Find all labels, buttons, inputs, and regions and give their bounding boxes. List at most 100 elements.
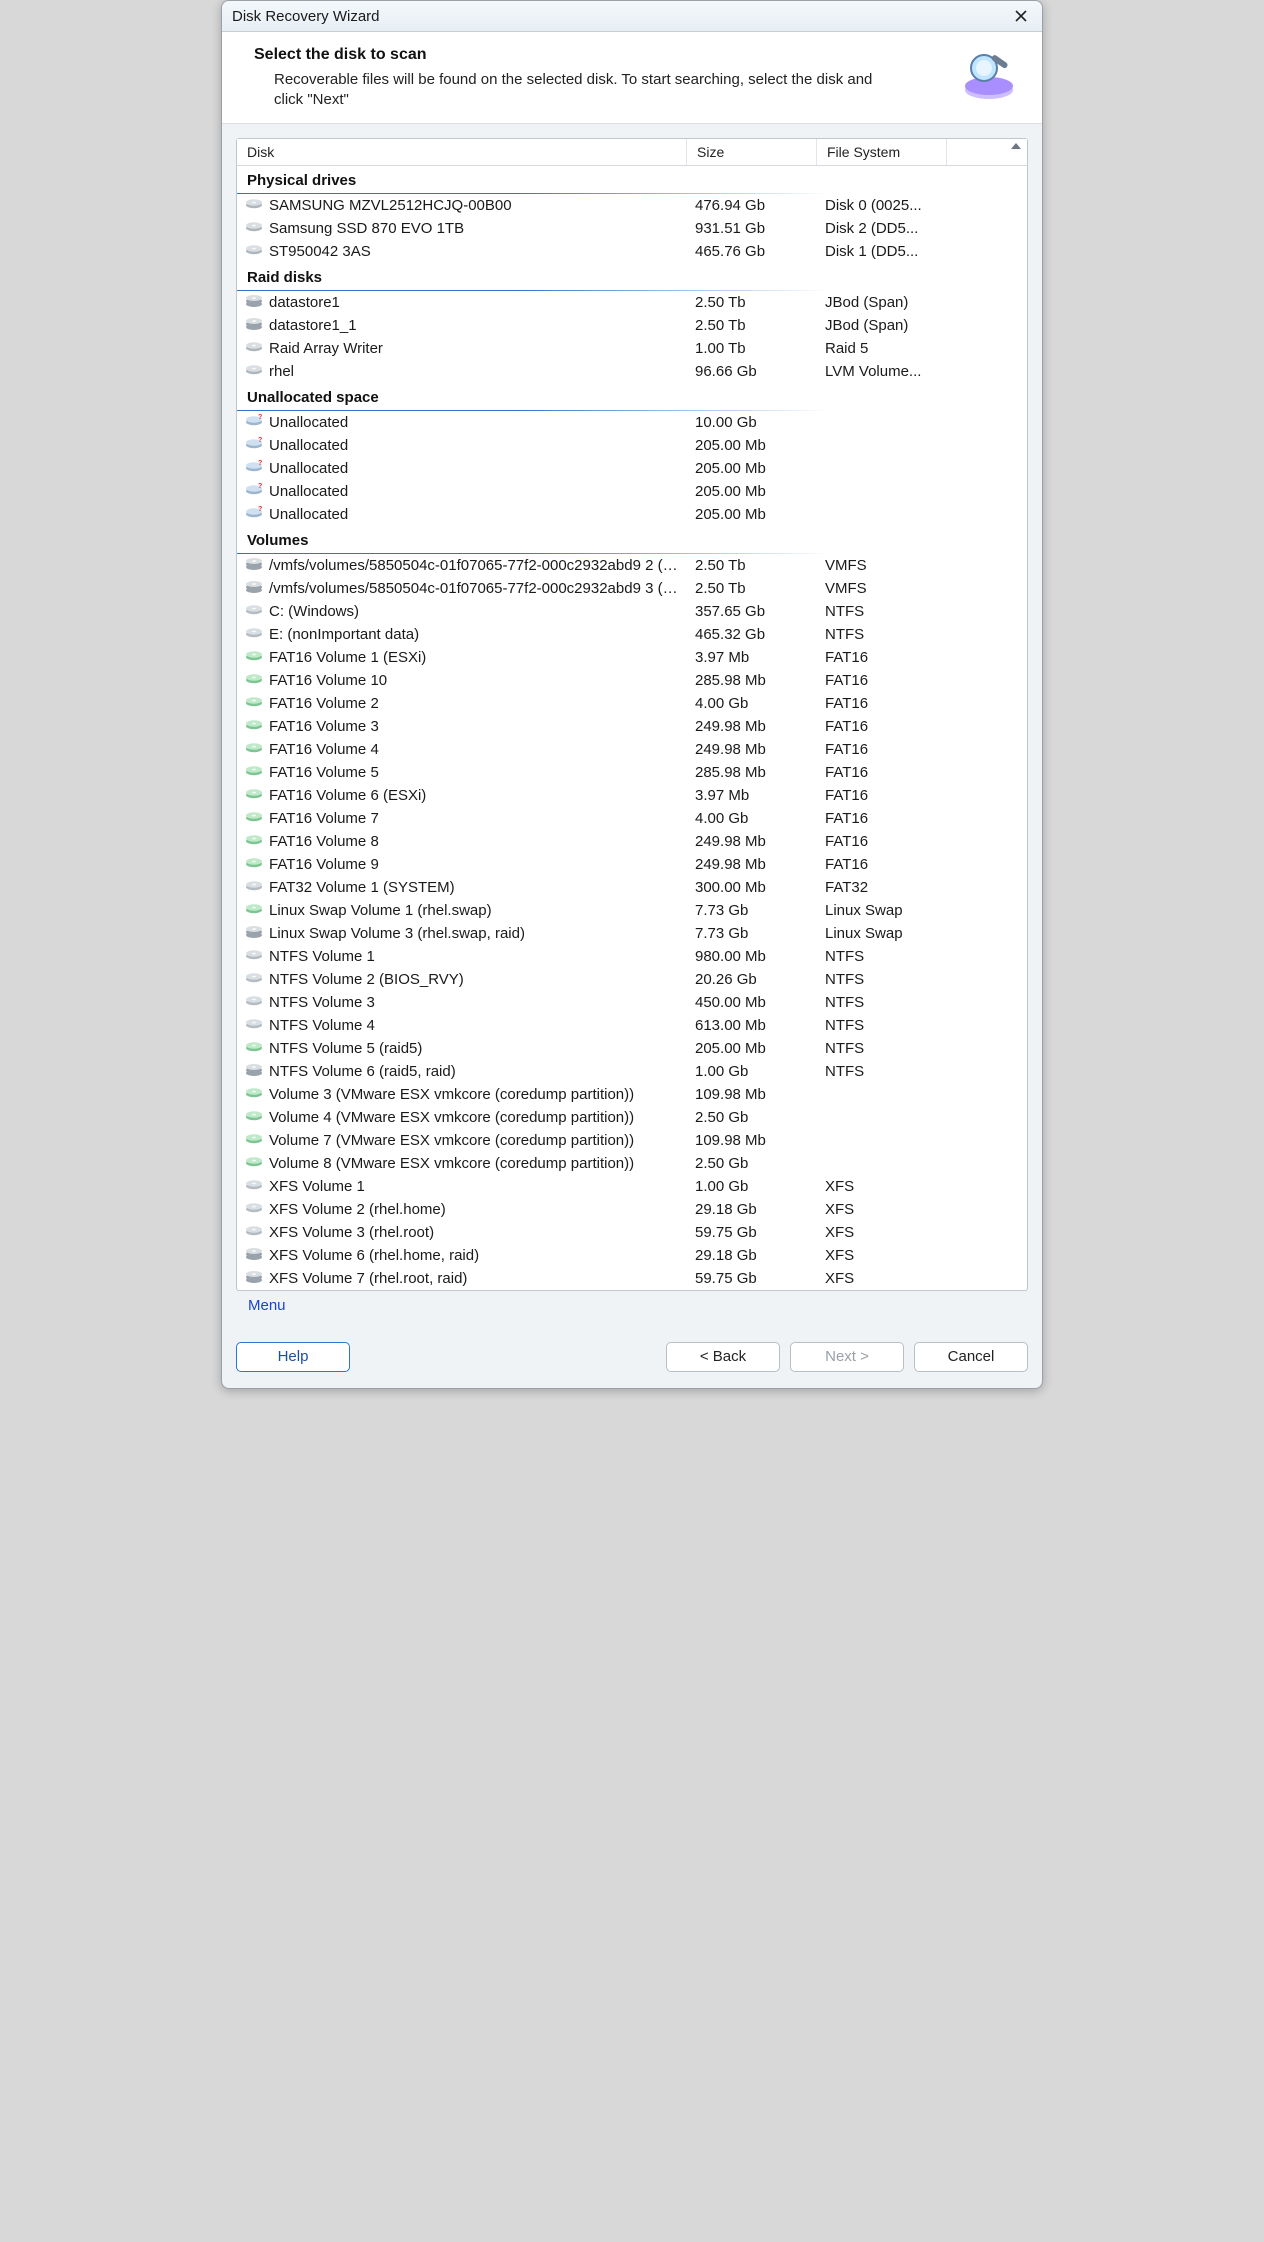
disk-row[interactable]: Raid Array Writer 1.00 Tb Raid 5	[237, 337, 1027, 360]
disk-size: 205.00 Mb	[687, 1040, 817, 1057]
next-button[interactable]: Next >	[790, 1342, 904, 1372]
drive-icon	[245, 578, 263, 598]
disk-size: 109.98 Mb	[687, 1086, 817, 1103]
disk-fs: Raid 5	[817, 340, 947, 357]
disk-name: XFS Volume 2 (rhel.home)	[269, 1201, 446, 1218]
header-title: Select the disk to scan	[254, 46, 894, 64]
disk-row[interactable]: /vmfs/volumes/5850504c-01f07065-77f2-000…	[237, 577, 1027, 600]
disk-row[interactable]: FAT16 Volume 8 249.98 Mb FAT16	[237, 830, 1027, 853]
disk-fs: Disk 1 (DD5...	[817, 243, 947, 260]
column-header-fs[interactable]: File System	[817, 139, 947, 165]
disk-name: Volume 3 (VMware ESX vmkcore (coredump p…	[269, 1086, 634, 1103]
disk-row[interactable]: ? Unallocated 205.00 Mb	[237, 457, 1027, 480]
disk-size: 29.18 Gb	[687, 1201, 817, 1218]
disk-row[interactable]: Volume 4 (VMware ESX vmkcore (coredump p…	[237, 1106, 1027, 1129]
disk-row[interactable]: NTFS Volume 1 980.00 Mb NTFS	[237, 945, 1027, 968]
disk-row[interactable]: FAT16 Volume 9 249.98 Mb FAT16	[237, 853, 1027, 876]
disk-row[interactable]: XFS Volume 1 1.00 Gb XFS	[237, 1175, 1027, 1198]
drive-icon	[245, 855, 263, 873]
drive-icon	[245, 242, 263, 260]
disk-fs: FAT16	[817, 787, 947, 804]
column-header-disk[interactable]: Disk	[237, 139, 687, 165]
disk-row[interactable]: FAT16 Volume 1 (ESXi) 3.97 Mb FAT16	[237, 646, 1027, 669]
disk-fs: FAT16	[817, 649, 947, 666]
disk-size: 96.66 Gb	[687, 363, 817, 380]
disk-row[interactable]: ? Unallocated 10.00 Gb	[237, 411, 1027, 434]
drive-icon	[245, 832, 263, 850]
disk-row[interactable]: Volume 3 (VMware ESX vmkcore (coredump p…	[237, 1083, 1027, 1106]
drive-icon: ?	[245, 459, 263, 477]
drive-icon	[245, 993, 263, 1011]
disk-row[interactable]: SAMSUNG MZVL2512HCJQ-00B00 476.94 Gb Dis…	[237, 194, 1027, 217]
drive-icon	[245, 923, 263, 943]
disk-name: FAT16 Volume 10	[269, 672, 387, 689]
disk-name: Samsung SSD 870 EVO 1TB	[269, 220, 464, 237]
disk-row[interactable]: E: (nonImportant data) 465.32 Gb NTFS	[237, 623, 1027, 646]
disk-name: datastore1_1	[269, 317, 357, 334]
menu-link[interactable]: Menu	[248, 1297, 286, 1314]
disk-size: 357.65 Gb	[687, 603, 817, 620]
disk-row[interactable]: NTFS Volume 4 613.00 Mb NTFS	[237, 1014, 1027, 1037]
titlebar: Disk Recovery Wizard	[222, 1, 1042, 32]
disk-row[interactable]: FAT16 Volume 10 285.98 Mb FAT16	[237, 669, 1027, 692]
drive-icon	[245, 339, 263, 357]
disk-row[interactable]: ? Unallocated 205.00 Mb	[237, 480, 1027, 503]
disk-row[interactable]: datastore1_1 2.50 Tb JBod (Span)	[237, 314, 1027, 337]
disk-row[interactable]: XFS Volume 3 (rhel.root) 59.75 Gb XFS	[237, 1221, 1027, 1244]
disk-row[interactable]: FAT16 Volume 3 249.98 Mb FAT16	[237, 715, 1027, 738]
drive-icon: ?	[245, 482, 263, 500]
disk-row[interactable]: NTFS Volume 6 (raid5, raid) 1.00 Gb NTFS	[237, 1060, 1027, 1083]
disk-row[interactable]: XFS Volume 2 (rhel.home) 29.18 Gb XFS	[237, 1198, 1027, 1221]
drive-icon	[245, 1223, 263, 1241]
disk-name: Unallocated	[269, 506, 348, 523]
disk-row[interactable]: Volume 7 (VMware ESX vmkcore (coredump p…	[237, 1129, 1027, 1152]
disk-name: rhel	[269, 363, 294, 380]
disk-row[interactable]: NTFS Volume 2 (BIOS_RVY) 20.26 Gb NTFS	[237, 968, 1027, 991]
disk-name: XFS Volume 3 (rhel.root)	[269, 1224, 434, 1241]
disk-list-body[interactable]: Physical drives SAMSUNG MZVL2512HCJQ-00B…	[237, 166, 1027, 1290]
drive-icon	[245, 648, 263, 666]
disk-row[interactable]: FAT16 Volume 6 (ESXi) 3.97 Mb FAT16	[237, 784, 1027, 807]
disk-row[interactable]: FAT16 Volume 5 285.98 Mb FAT16	[237, 761, 1027, 784]
disk-name: Volume 4 (VMware ESX vmkcore (coredump p…	[269, 1109, 634, 1126]
disk-row[interactable]: ? Unallocated 205.00 Mb	[237, 434, 1027, 457]
cancel-button[interactable]: Cancel	[914, 1342, 1028, 1372]
disk-row[interactable]: FAT32 Volume 1 (SYSTEM) 300.00 Mb FAT32	[237, 876, 1027, 899]
disk-row[interactable]: NTFS Volume 5 (raid5) 205.00 Mb NTFS	[237, 1037, 1027, 1060]
disk-size: 205.00 Mb	[687, 460, 817, 477]
disk-row[interactable]: Volume 8 (VMware ESX vmkcore (coredump p…	[237, 1152, 1027, 1175]
disk-row[interactable]: ? Unallocated 205.00 Mb	[237, 503, 1027, 526]
disk-row[interactable]: C: (Windows) 357.65 Gb NTFS	[237, 600, 1027, 623]
disk-row[interactable]: Linux Swap Volume 1 (rhel.swap) 7.73 Gb …	[237, 899, 1027, 922]
disk-row[interactable]: XFS Volume 7 (rhel.root, raid) 59.75 Gb …	[237, 1267, 1027, 1290]
disk-fs: Disk 2 (DD5...	[817, 220, 947, 237]
drive-icon	[245, 786, 263, 804]
disk-size: 109.98 Mb	[687, 1132, 817, 1149]
disk-row[interactable]: Linux Swap Volume 3 (rhel.swap, raid) 7.…	[237, 922, 1027, 945]
disk-row[interactable]: XFS Volume 6 (rhel.home, raid) 29.18 Gb …	[237, 1244, 1027, 1267]
back-button[interactable]: < Back	[666, 1342, 780, 1372]
disk-row[interactable]: FAT16 Volume 7 4.00 Gb FAT16	[237, 807, 1027, 830]
disk-row[interactable]: NTFS Volume 3 450.00 Mb NTFS	[237, 991, 1027, 1014]
drive-icon	[245, 1177, 263, 1195]
disk-name: FAT16 Volume 6 (ESXi)	[269, 787, 426, 804]
disk-row[interactable]: ST950042 3AS 465.76 Gb Disk 1 (DD5...	[237, 240, 1027, 263]
disk-row[interactable]: /vmfs/volumes/5850504c-01f07065-77f2-000…	[237, 554, 1027, 577]
disk-row[interactable]: datastore1 2.50 Tb JBod (Span)	[237, 291, 1027, 314]
disk-size: 1.00 Gb	[687, 1178, 817, 1195]
disk-fs: VMFS	[817, 557, 947, 574]
column-header-size[interactable]: Size	[687, 139, 817, 165]
disk-size: 2.50 Tb	[687, 294, 817, 311]
drive-icon	[245, 1108, 263, 1126]
disk-row[interactable]: rhel 96.66 Gb LVM Volume...	[237, 360, 1027, 383]
disk-row[interactable]: FAT16 Volume 2 4.00 Gb FAT16	[237, 692, 1027, 715]
help-button[interactable]: Help	[236, 1342, 350, 1372]
disk-size: 465.76 Gb	[687, 243, 817, 260]
disk-row[interactable]: Samsung SSD 870 EVO 1TB 931.51 Gb Disk 2…	[237, 217, 1027, 240]
disk-row[interactable]: FAT16 Volume 4 249.98 Mb FAT16	[237, 738, 1027, 761]
drive-icon	[245, 1061, 263, 1081]
close-button[interactable]	[1010, 5, 1032, 27]
disk-size: 59.75 Gb	[687, 1270, 817, 1287]
wizard-footer: Help < Back Next > Cancel	[222, 1330, 1042, 1388]
disk-size: 2.50 Tb	[687, 317, 817, 334]
